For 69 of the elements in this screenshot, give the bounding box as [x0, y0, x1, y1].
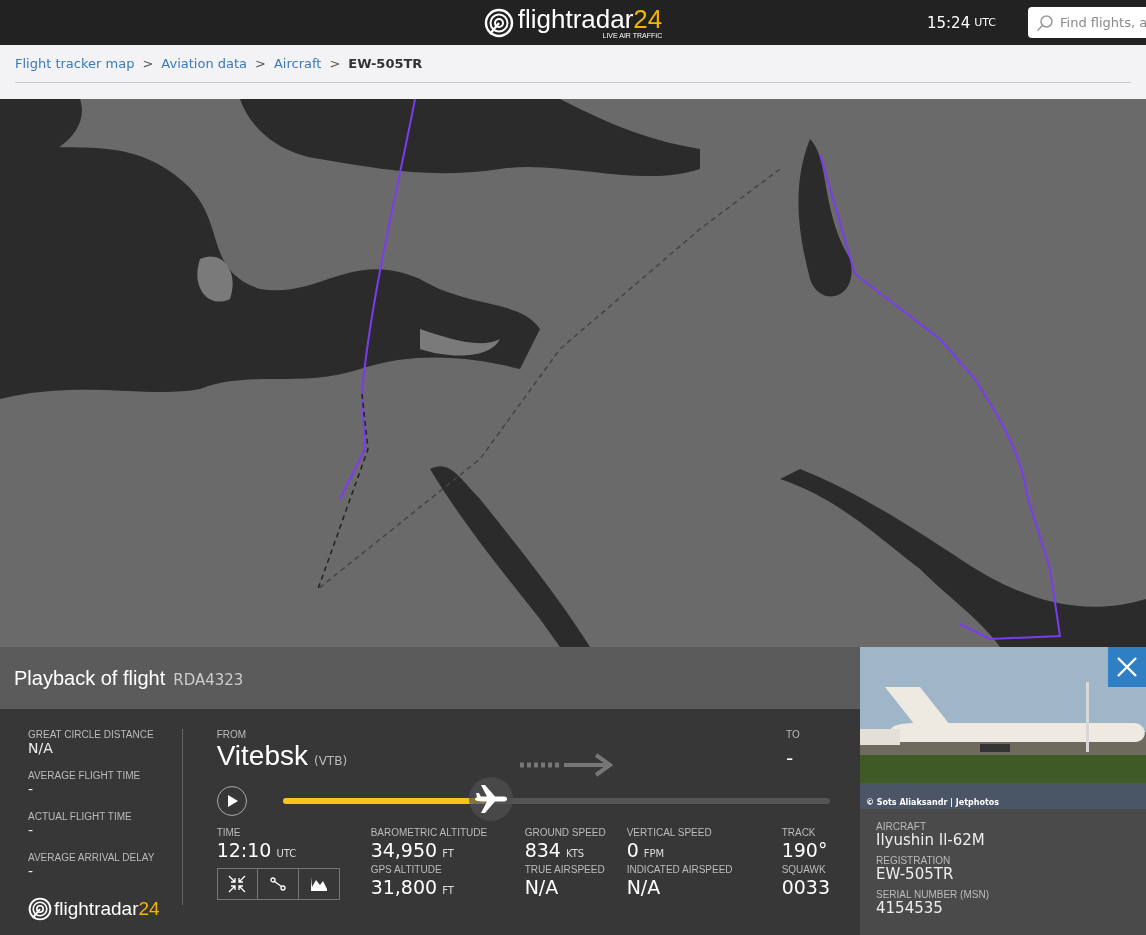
- stat-label: TRUE AIRSPEED: [524, 864, 606, 875]
- route-view-button[interactable]: [257, 868, 299, 900]
- stat-value: 190°: [781, 838, 828, 862]
- info-label: REGISTRATION: [876, 855, 952, 866]
- stat-value: 34,950: [370, 838, 438, 862]
- stat-label: INDICATED AIRSPEED: [626, 864, 734, 875]
- stat-label: GREAT CIRCLE DISTANCE: [28, 729, 155, 740]
- to-label: TO: [786, 729, 801, 740]
- close-button[interactable]: [1108, 647, 1146, 687]
- photo-credit: © Sots Aliaksandr | Jetphotos: [866, 798, 1000, 807]
- stat-value: -: [28, 863, 35, 879]
- stat-unit: KTS: [565, 848, 585, 859]
- stat-unit: FT: [442, 885, 454, 896]
- current-page-title: EW-505TR: [348, 56, 423, 71]
- stat-value: N/A: [28, 740, 54, 756]
- stat-label: BAROMETRIC ALTITUDE: [370, 827, 489, 838]
- breadcrumb-link[interactable]: Aviation data: [161, 56, 248, 71]
- collapse-arrows-icon: [228, 875, 247, 893]
- route-points-icon: [268, 875, 287, 893]
- breadcrumb-link[interactable]: Flight tracker map: [15, 56, 135, 71]
- chart-view-button[interactable]: [298, 868, 340, 900]
- info-label: AIRCRAFT: [876, 821, 927, 832]
- stat-label: TRACK: [781, 827, 817, 838]
- destination-value: -: [786, 746, 795, 770]
- stat-unit: FT: [442, 848, 454, 859]
- stat-label: ACTUAL FLIGHT TIME: [28, 811, 133, 822]
- stat-value: 834: [524, 838, 561, 862]
- radar-logo-icon: [28, 897, 52, 921]
- clock-time: 15:24: [926, 13, 971, 32]
- breadcrumb-separator: >: [255, 56, 266, 71]
- stat-label: AVERAGE FLIGHT TIME: [28, 770, 142, 781]
- breadcrumb-separator: >: [329, 56, 341, 71]
- logo-wordmark: flightradar24: [517, 6, 663, 32]
- clock-timezone: UTC: [974, 16, 996, 29]
- from-label: FROM: [216, 729, 248, 740]
- stat-label: GROUND SPEED: [524, 827, 607, 838]
- airplane-slider-handle[interactable]: [468, 777, 513, 821]
- stat-label: AVERAGE ARRIVAL DELAY: [28, 852, 156, 863]
- search-field[interactable]: Find flights, a: [1028, 7, 1146, 38]
- close-icon: [1116, 656, 1138, 678]
- flight-number: RDA4323: [173, 671, 244, 689]
- playback-title: Playback of flight: [14, 666, 166, 690]
- stat-value: -: [28, 781, 35, 797]
- stat-value: -: [28, 822, 35, 838]
- stat-value: 0: [626, 838, 639, 862]
- collapse-view-button[interactable]: [216, 868, 258, 900]
- stat-unit: FPM: [643, 848, 665, 859]
- origin-code: (VTB): [313, 754, 348, 768]
- info-label: SERIAL NUMBER (MSN): [876, 889, 990, 900]
- stat-value: N/A: [524, 875, 559, 899]
- breadcrumb-separator: >: [142, 56, 154, 71]
- stat-value: N/A: [626, 875, 661, 899]
- stat-value: 31,800: [370, 875, 438, 899]
- info-value: 4154535: [876, 900, 944, 917]
- stat-label: TIME: [216, 827, 242, 838]
- route-arrow-icon: [520, 753, 616, 777]
- play-icon: [227, 795, 238, 807]
- stat-label: VERTICAL SPEED: [626, 827, 713, 838]
- info-value: Ilyushin Il-62M: [876, 832, 986, 849]
- stat-value: 0033: [781, 875, 830, 899]
- stat-label: SQUAWK: [781, 864, 827, 875]
- stat-unit: UTC: [276, 848, 297, 859]
- stat-label: GPS ALTITUDE: [370, 864, 443, 875]
- stat-value: 12:10: [216, 838, 272, 862]
- origin-city: Vitebsk: [216, 740, 308, 772]
- radar-logo-icon: [483, 7, 514, 38]
- breadcrumb-link[interactable]: Aircraft: [273, 56, 322, 71]
- logo-wordmark: flightradar24: [54, 898, 160, 920]
- info-value: EW-505TR: [876, 866, 955, 883]
